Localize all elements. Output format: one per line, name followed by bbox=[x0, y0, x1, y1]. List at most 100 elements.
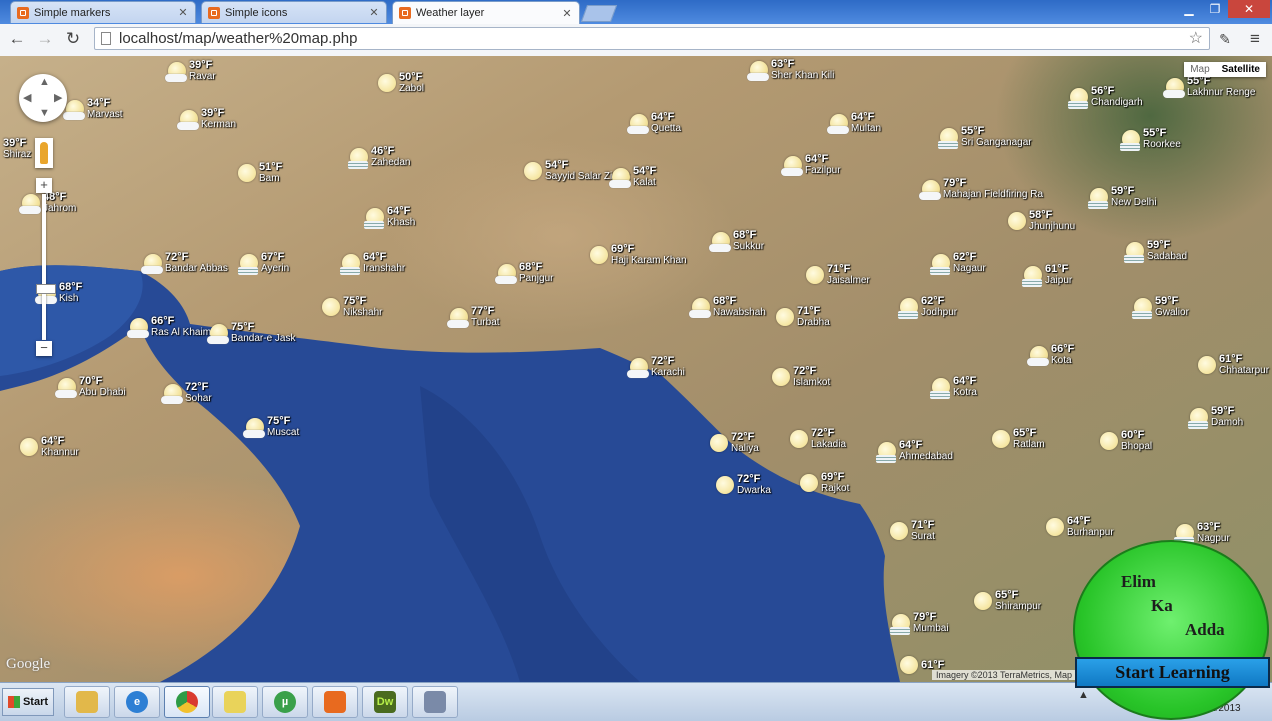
pan-control[interactable]: ▲ ▼ ◀ ▶ bbox=[19, 74, 67, 122]
forward-arrow-icon[interactable]: → bbox=[34, 28, 56, 50]
tab-simple-markers[interactable]: Simple markers ✕ bbox=[10, 1, 196, 23]
bookmark-star-icon[interactable]: ☆ bbox=[1189, 28, 1203, 49]
weather-marker[interactable]: 70°F Abu Dhabi bbox=[55, 376, 126, 398]
weather-marker[interactable]: 62°F Nagaur bbox=[930, 252, 986, 275]
weather-marker[interactable]: 61°F Chhatarpur bbox=[1198, 354, 1269, 376]
weather-marker[interactable]: 55°F Lakhnur Renge bbox=[1163, 76, 1255, 98]
weather-marker[interactable]: 72°F Naliya bbox=[710, 432, 759, 454]
weather-marker[interactable]: 79°F Mahajan Fieldfiring Ra bbox=[919, 178, 1043, 200]
weather-marker[interactable]: 60°F Bhopal bbox=[1100, 430, 1152, 452]
weather-marker[interactable]: 71°F Drabha bbox=[776, 306, 830, 328]
weather-marker[interactable]: 59°F New Delhi bbox=[1088, 186, 1157, 209]
weather-marker[interactable]: 39°F Kerman bbox=[177, 108, 236, 130]
weather-marker[interactable]: 72°F Lakadia bbox=[790, 428, 846, 450]
weather-marker[interactable]: 55°F Sri Ganganagar bbox=[938, 126, 1032, 149]
taskbar-xampp[interactable] bbox=[312, 686, 358, 718]
weather-marker[interactable]: 67°F Ayerin bbox=[238, 252, 289, 275]
minimize-icon[interactable]: ▁ bbox=[1176, 0, 1202, 18]
weather-marker[interactable]: 64°F Burhanpur bbox=[1046, 516, 1114, 538]
weather-marker[interactable]: 64°F Khash bbox=[364, 206, 415, 229]
weather-marker[interactable]: 77°F Turbat bbox=[447, 306, 500, 328]
weather-marker[interactable]: 39°F Ravar bbox=[165, 60, 216, 82]
close-tab-icon[interactable]: ✕ bbox=[368, 6, 380, 19]
weather-marker[interactable]: 71°F Surat bbox=[890, 520, 935, 542]
weather-marker[interactable]: 72°F Karachi bbox=[627, 356, 685, 378]
taskbar-folder[interactable] bbox=[212, 686, 258, 718]
map-type-satellite-button[interactable]: Satellite bbox=[1215, 62, 1266, 77]
weather-marker[interactable]: 65°F Ratlam bbox=[992, 428, 1045, 450]
weather-marker[interactable]: 72°F Dwarka bbox=[716, 474, 771, 496]
taskbar-explorer[interactable] bbox=[64, 686, 110, 718]
weather-marker[interactable]: 63°F Sher Khan Kili bbox=[747, 59, 834, 81]
weather-marker[interactable]: 69°F Rajkot bbox=[800, 472, 849, 494]
weather-marker[interactable]: 72°F Bandar Abbas bbox=[141, 252, 228, 274]
menu-icon[interactable]: ≡ bbox=[1244, 28, 1266, 50]
pan-left-icon[interactable]: ◀ bbox=[23, 91, 31, 104]
weather-marker[interactable]: 51°F Bam bbox=[238, 162, 282, 184]
weather-marker[interactable]: 46°F Zahedan bbox=[348, 146, 410, 169]
weather-marker[interactable]: 66°F Ras Al Khaimah bbox=[127, 316, 222, 338]
taskbar-video[interactable] bbox=[412, 686, 458, 718]
weather-marker[interactable]: 75°F Bandar-e Jask bbox=[207, 322, 295, 344]
weather-marker[interactable]: 55°F Roorkee bbox=[1120, 128, 1181, 151]
weather-marker[interactable]: 34°F Marvast bbox=[63, 98, 123, 120]
tab-weather-layer[interactable]: Weather layer ✕ bbox=[392, 1, 580, 24]
new-tab-button[interactable] bbox=[580, 5, 618, 22]
pan-down-icon[interactable]: ▼ bbox=[39, 107, 50, 119]
weather-marker[interactable]: 64°F Ahmedabad bbox=[876, 440, 953, 463]
address-bar[interactable]: localhost/map/weather%20map.php ☆ bbox=[94, 27, 1210, 50]
pan-up-icon[interactable]: ▲ bbox=[39, 76, 50, 88]
pan-right-icon[interactable]: ▶ bbox=[54, 91, 62, 104]
weather-marker[interactable]: 59°F Gwalior bbox=[1132, 296, 1189, 319]
weather-marker[interactable]: 58°F Jhunjhunu bbox=[1008, 210, 1075, 232]
weather-marker[interactable]: 66°F Kota bbox=[1027, 344, 1074, 366]
weather-marker[interactable]: 54°F Kalat bbox=[609, 166, 656, 188]
close-tab-icon[interactable]: ✕ bbox=[177, 6, 189, 19]
dropper-icon[interactable]: ✎ bbox=[1214, 28, 1236, 50]
weather-marker[interactable]: 59°F Damoh bbox=[1188, 406, 1243, 429]
weather-marker[interactable]: 64°F Iranshahr bbox=[340, 252, 405, 275]
weather-marker[interactable]: 68°F Sukkur bbox=[709, 230, 764, 252]
weather-marker[interactable]: 65°F Shirampur bbox=[974, 590, 1041, 612]
taskbar-chrome[interactable] bbox=[164, 686, 210, 718]
weather-marker[interactable]: 79°F Mumbai bbox=[890, 612, 949, 635]
system-tray-arrow-icon[interactable]: ▲ bbox=[1078, 689, 1089, 701]
weather-map[interactable]: 39°F Ravar 50°F Zabol 63°F Sher Khan Kili 5… bbox=[0, 56, 1272, 682]
tab-simple-icons[interactable]: Simple icons ✕ bbox=[201, 1, 387, 23]
reload-icon[interactable]: ↻ bbox=[62, 28, 84, 50]
close-tab-icon[interactable]: ✕ bbox=[561, 7, 573, 20]
zoom-in-button[interactable]: + bbox=[36, 178, 52, 193]
start-learning-button[interactable]: Start Learning bbox=[1075, 657, 1270, 688]
back-arrow-icon[interactable]: ← bbox=[6, 28, 28, 50]
weather-marker[interactable]: 69°F Haji Karam Khan bbox=[590, 244, 687, 266]
weather-marker[interactable]: 56°F Chandigarh bbox=[1068, 86, 1143, 109]
weather-marker[interactable]: 64°F Quetta bbox=[627, 112, 681, 134]
weather-marker[interactable]: 75°F Muscat bbox=[243, 416, 299, 438]
weather-marker[interactable]: 68°F Panjgur bbox=[495, 262, 553, 284]
street-view-pegman-icon[interactable] bbox=[35, 138, 53, 168]
weather-marker[interactable]: 62°F Jodhpur bbox=[898, 296, 957, 319]
map-type-map-button[interactable]: Map bbox=[1184, 62, 1216, 77]
weather-marker[interactable]: 68°F Nawabshah bbox=[689, 296, 766, 318]
taskbar-utorrent[interactable]: µ bbox=[262, 686, 308, 718]
weather-marker[interactable]: 64°F Fazilpur bbox=[781, 154, 841, 176]
taskbar-dreamweaver[interactable]: Dw bbox=[362, 686, 408, 718]
window-close-icon[interactable]: ✕ bbox=[1228, 0, 1270, 18]
weather-marker[interactable]: 59°F Sadabad bbox=[1124, 240, 1187, 263]
weather-marker[interactable]: 71°F Jaisalmer bbox=[806, 264, 870, 286]
zoom-slider-track[interactable] bbox=[42, 194, 46, 340]
restore-icon[interactable]: ❐ bbox=[1202, 0, 1228, 18]
taskbar-ie[interactable]: e bbox=[114, 686, 160, 718]
weather-marker[interactable]: 75°F Nikshahr bbox=[322, 296, 382, 318]
weather-marker[interactable]: 64°F Kotra bbox=[930, 376, 977, 399]
zoom-slider-handle[interactable] bbox=[36, 284, 56, 294]
weather-marker[interactable]: 39°F Shiraz bbox=[0, 138, 31, 161]
weather-marker[interactable]: 72°F Sohar bbox=[161, 382, 212, 404]
weather-marker[interactable]: 50°F Zabol bbox=[378, 72, 424, 94]
weather-marker[interactable]: 72°F Islamkot bbox=[772, 366, 830, 388]
weather-marker[interactable]: 64°F Multan bbox=[827, 112, 881, 134]
start-button[interactable]: Start bbox=[2, 688, 54, 716]
weather-marker[interactable]: 61°F Jaipur bbox=[1022, 264, 1072, 287]
zoom-out-button[interactable]: − bbox=[36, 341, 52, 356]
weather-marker[interactable]: 48°F Jahrom bbox=[19, 192, 76, 214]
